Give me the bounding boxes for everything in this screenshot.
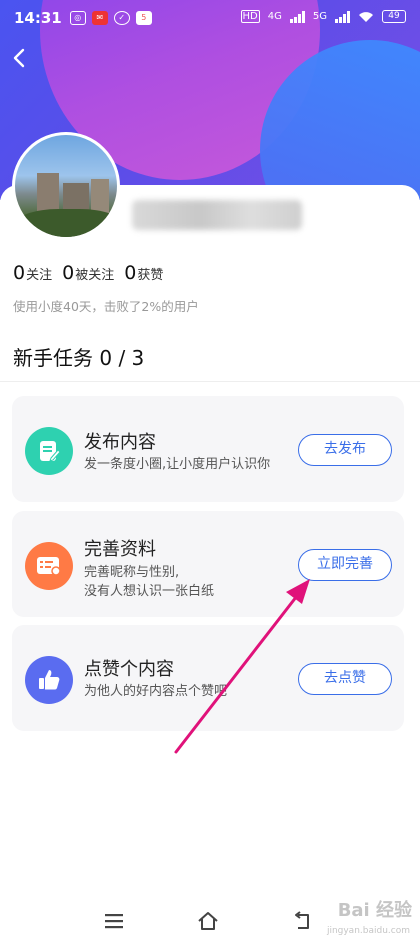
task-card-complete-profile: 完善资料 完善昵称与性别, 没有人想认识一张白纸 立即完善 [12, 511, 404, 617]
usage-summary: 使用小度40天，击败了2%的用户 [13, 299, 199, 314]
watermark-url: jingyan.baidu.com [326, 926, 410, 936]
status-time: 14:31 [14, 9, 62, 27]
avatar[interactable] [12, 132, 120, 240]
network-type-label: 5G [312, 11, 327, 22]
stat-label: 获赞 [137, 268, 164, 283]
app-notification-icon: 5 [135, 11, 152, 25]
stat-label: 被关注 [75, 268, 115, 283]
task-description: 发一条度小圈,让小度用户认识你 [84, 457, 271, 472]
stat-likes[interactable]: 0 获赞 [124, 262, 163, 284]
status-bar: 14:31 ◎ ✉ ✓ 5 HD 4G 5G 49 [0, 0, 420, 36]
thumbs-up-icon [25, 656, 73, 704]
edit-document-icon [25, 427, 73, 475]
app-notification-icon: ✉ [91, 11, 108, 25]
complete-profile-button[interactable]: 立即完善 [298, 549, 392, 581]
task-description: 完善昵称与性别, [84, 565, 180, 580]
watermark: Bai 经验 [337, 900, 412, 921]
hd-icon: HD [240, 10, 260, 23]
stat-label: 关注 [26, 268, 53, 283]
divider [0, 381, 420, 382]
back-nav-icon[interactable] [290, 910, 314, 932]
section-title: 新手任务 0 / 3 [13, 346, 145, 370]
profile-stats: 0 关注 0 被关注 0 获赞 [13, 262, 173, 284]
stat-count: 0 [13, 262, 26, 284]
like-button[interactable]: 去点赞 [298, 663, 392, 695]
task-card-publish: 发布内容 发一条度小圈,让小度用户认识你 去发布 [12, 396, 404, 502]
stat-following[interactable]: 0 关注 [13, 262, 52, 284]
compass-icon: ✓ [113, 11, 130, 25]
stat-count: 0 [62, 262, 75, 284]
task-name: 点赞个内容 [84, 659, 174, 680]
home-icon[interactable] [196, 910, 220, 932]
wifi-icon [359, 11, 373, 22]
signal-icon [289, 10, 305, 23]
nickname-blurred [132, 200, 302, 230]
task-name: 完善资料 [84, 539, 156, 560]
task-description: 为他人的好内容点个赞吧 [84, 684, 228, 699]
stat-followers[interactable]: 0 被关注 [62, 262, 114, 284]
message-icon: ◎ [69, 11, 86, 25]
task-card-like: 点赞个内容 为他人的好内容点个赞吧 去点赞 [12, 625, 404, 731]
task-description: 没有人想认识一张白纸 [84, 584, 215, 599]
signal-icon [335, 10, 350, 23]
menu-icon[interactable] [102, 910, 126, 932]
battery-icon: 49 [382, 10, 406, 23]
task-name: 发布内容 [84, 432, 156, 453]
network-type-label: 4G [267, 11, 282, 22]
profile-card-icon [25, 542, 73, 590]
back-arrow-icon[interactable] [10, 46, 30, 70]
publish-button[interactable]: 去发布 [298, 434, 392, 466]
stat-count: 0 [124, 262, 137, 284]
